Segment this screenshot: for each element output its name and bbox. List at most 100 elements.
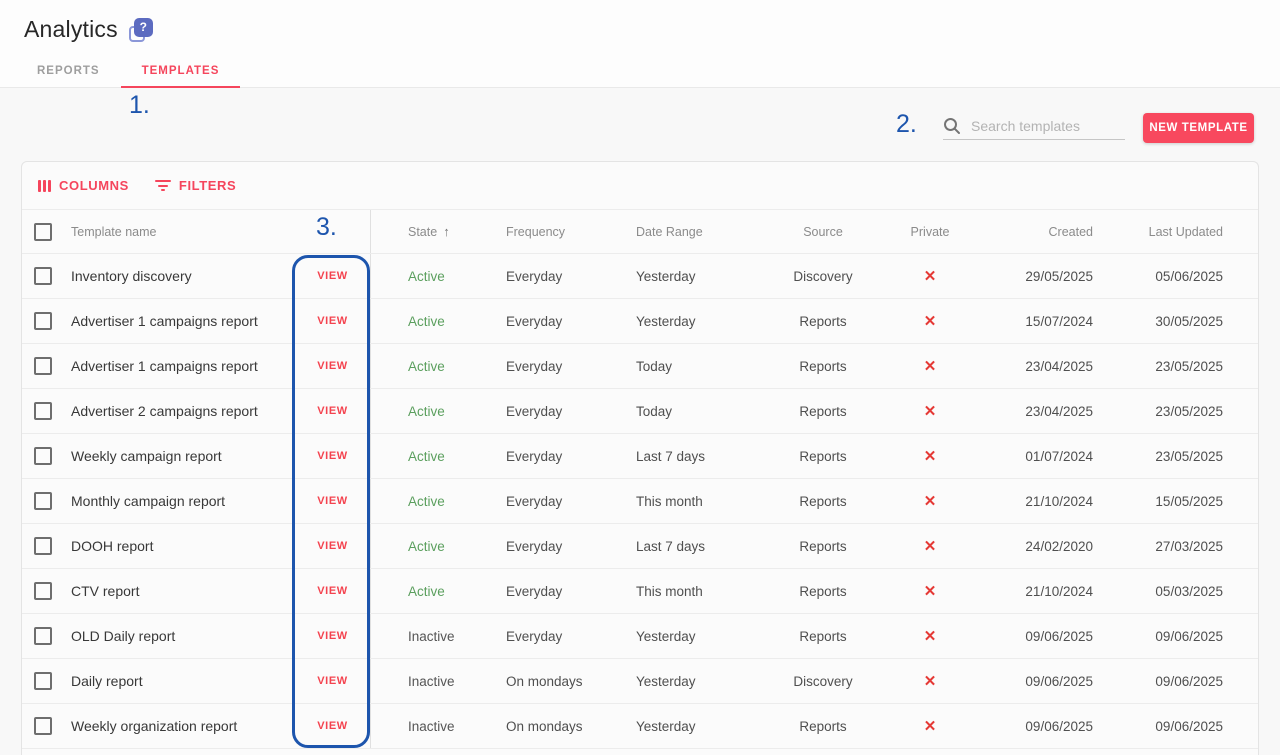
controls-row: NEW TEMPLATE <box>0 88 1280 161</box>
private-cell: ✕ <box>890 717 970 735</box>
created-cell: 09/06/2025 <box>970 719 1093 734</box>
view-button[interactable]: VIEW <box>317 315 348 327</box>
select-all-checkbox[interactable] <box>34 223 52 241</box>
view-button[interactable]: VIEW <box>317 630 348 642</box>
view-button[interactable]: VIEW <box>317 450 348 462</box>
tab-templates[interactable]: TEMPLATES <box>121 55 241 87</box>
row-checkbox-cell <box>22 492 62 510</box>
state-cell: Active <box>371 359 486 374</box>
state-cell: Inactive <box>371 629 486 644</box>
view-button[interactable]: VIEW <box>317 270 348 282</box>
table-row: CTV report VIEW Active Everyday This mon… <box>22 569 1258 614</box>
created-cell: 21/10/2024 <box>970 584 1093 599</box>
created-cell: 29/05/2025 <box>970 269 1093 284</box>
header-created: Created <box>970 225 1093 239</box>
frequency-cell: Everyday <box>486 539 616 554</box>
last-updated-cell: 05/03/2025 <box>1093 584 1223 599</box>
source-cell: Reports <box>756 629 890 644</box>
state-cell: Active <box>371 269 486 284</box>
table-row: DOOH report VIEW Active Everyday Last 7 … <box>22 524 1258 569</box>
last-updated-cell: 23/05/2025 <box>1093 359 1223 374</box>
private-cell: ✕ <box>890 312 970 330</box>
templates-table-card: COLUMNS FILTERS Template name State ↑ Fr… <box>21 161 1259 755</box>
header-state[interactable]: State ↑ <box>371 224 486 239</box>
last-updated-cell: 15/05/2025 <box>1093 494 1223 509</box>
private-cell: ✕ <box>890 357 970 375</box>
table-row: Advertiser 1 campaigns report VIEW Activ… <box>22 299 1258 344</box>
view-button[interactable]: VIEW <box>317 585 348 597</box>
last-updated-cell: 23/05/2025 <box>1093 449 1223 464</box>
row-checkbox[interactable] <box>34 717 52 735</box>
row-checkbox-cell <box>22 582 62 600</box>
search-box[interactable] <box>943 112 1125 140</box>
template-name: Daily report <box>62 673 295 689</box>
help-icon[interactable]: ? <box>129 18 153 42</box>
row-checkbox[interactable] <box>34 357 52 375</box>
created-cell: 21/10/2024 <box>970 494 1093 509</box>
template-name: Weekly campaign report <box>62 448 295 464</box>
row-checkbox[interactable] <box>34 402 52 420</box>
view-cell: VIEW <box>295 299 371 343</box>
table-row: Advertiser 2 campaigns report VIEW Activ… <box>22 389 1258 434</box>
tab-bar: REPORTS TEMPLATES <box>16 55 240 87</box>
created-cell: 24/02/2020 <box>970 539 1093 554</box>
filter-icon <box>155 180 171 191</box>
header-frequency: Frequency <box>486 225 616 239</box>
private-cell: ✕ <box>890 402 970 420</box>
row-checkbox[interactable] <box>34 537 52 555</box>
date-range-cell: Yesterday <box>616 629 756 644</box>
source-cell: Reports <box>756 584 890 599</box>
header-checkbox-cell <box>22 223 62 241</box>
created-cell: 09/06/2025 <box>970 674 1093 689</box>
row-checkbox-cell <box>22 447 62 465</box>
view-button[interactable]: VIEW <box>317 540 348 552</box>
view-button[interactable]: VIEW <box>317 720 348 732</box>
table-row: Daily report VIEW Inactive On mondays Ye… <box>22 659 1258 704</box>
row-checkbox[interactable] <box>34 492 52 510</box>
row-checkbox-cell <box>22 357 62 375</box>
view-cell: VIEW <box>295 659 371 703</box>
frequency-cell: Everyday <box>486 494 616 509</box>
view-button[interactable]: VIEW <box>317 675 348 687</box>
filters-button[interactable]: FILTERS <box>155 178 236 193</box>
template-name: Monthly campaign report <box>62 493 295 509</box>
private-cell: ✕ <box>890 582 970 600</box>
view-cell: VIEW <box>295 389 371 433</box>
private-cell: ✕ <box>890 672 970 690</box>
view-button[interactable]: VIEW <box>317 495 348 507</box>
columns-button-label: COLUMNS <box>59 178 129 193</box>
frequency-cell: Everyday <box>486 314 616 329</box>
private-cell: ✕ <box>890 492 970 510</box>
frequency-cell: On mondays <box>486 674 616 689</box>
private-cell: ✕ <box>890 447 970 465</box>
row-checkbox-cell <box>22 537 62 555</box>
row-checkbox[interactable] <box>34 672 52 690</box>
topbar: Analytics ? REPORTS TEMPLATES <box>0 0 1280 88</box>
row-checkbox[interactable] <box>34 267 52 285</box>
state-cell: Active <box>371 494 486 509</box>
header-template-name: Template name <box>62 225 295 239</box>
view-button[interactable]: VIEW <box>317 405 348 417</box>
date-range-cell: Yesterday <box>616 269 756 284</box>
private-cell: ✕ <box>890 627 970 645</box>
columns-button[interactable]: COLUMNS <box>38 178 129 193</box>
view-cell: VIEW <box>295 344 371 388</box>
view-button[interactable]: VIEW <box>317 360 348 372</box>
row-checkbox-cell <box>22 672 62 690</box>
row-checkbox[interactable] <box>34 582 52 600</box>
row-checkbox[interactable] <box>34 312 52 330</box>
view-cell: VIEW <box>295 479 371 523</box>
tab-reports[interactable]: REPORTS <box>16 55 121 87</box>
new-template-button[interactable]: NEW TEMPLATE <box>1143 113 1254 143</box>
row-checkbox[interactable] <box>34 447 52 465</box>
last-updated-cell: 05/06/2025 <box>1093 269 1223 284</box>
page-title: Analytics <box>24 16 118 43</box>
view-cell: VIEW <box>295 434 371 478</box>
row-checkbox[interactable] <box>34 627 52 645</box>
row-checkbox-cell <box>22 717 62 735</box>
date-range-cell: Last 7 days <box>616 449 756 464</box>
last-updated-cell: 09/06/2025 <box>1093 719 1223 734</box>
search-input[interactable] <box>971 118 1111 134</box>
columns-icon <box>38 180 51 192</box>
question-mark-icon: ? <box>134 18 153 37</box>
